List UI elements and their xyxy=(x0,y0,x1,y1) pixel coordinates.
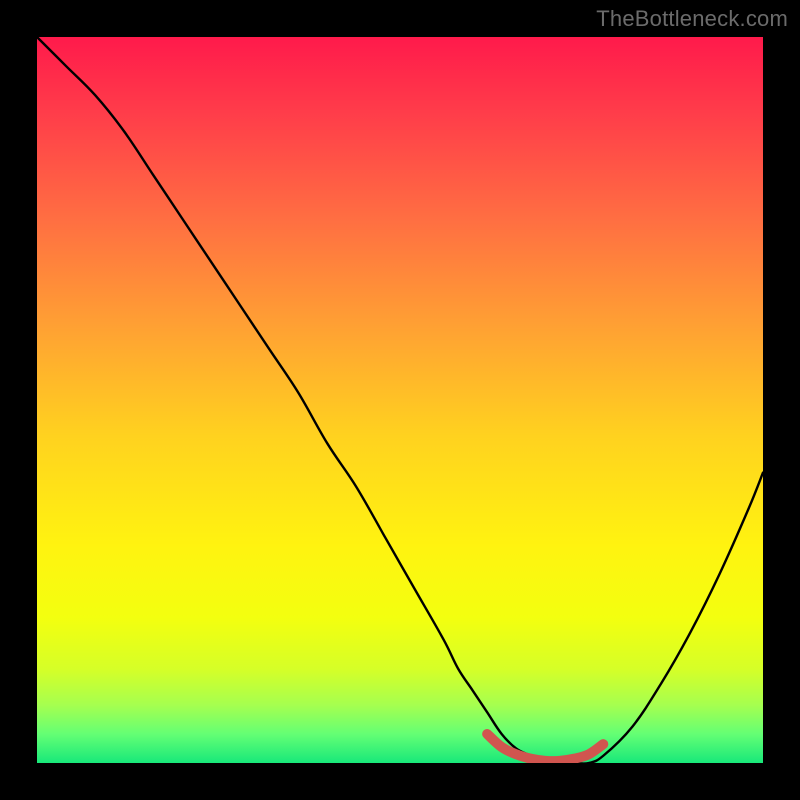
watermark-text: TheBottleneck.com xyxy=(596,6,788,32)
plot-area xyxy=(37,37,763,763)
chart-frame: TheBottleneck.com xyxy=(0,0,800,800)
curves-layer xyxy=(37,37,763,763)
bottleneck-curve xyxy=(37,37,763,763)
